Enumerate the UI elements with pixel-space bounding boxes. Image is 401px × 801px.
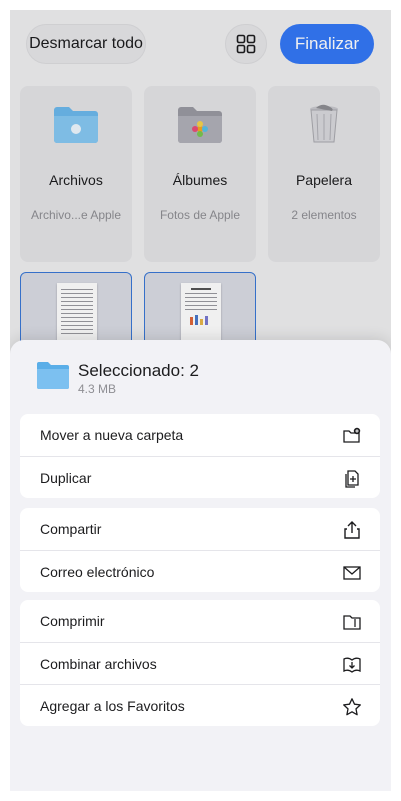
menu-item-add-favorites[interactable]: Agregar a los Favoritos — [20, 684, 380, 726]
selection-header: Seleccionado: 2 4.3 MB — [36, 360, 366, 400]
folder-item-papelera[interactable]: Papelera 2 elementos — [268, 86, 380, 262]
new-folder-icon — [343, 427, 361, 443]
folder-icon — [37, 362, 69, 389]
menu-item-label: Comprimir — [40, 613, 105, 629]
menu-item-compress[interactable]: Comprimir — [20, 600, 380, 642]
merge-icon — [343, 657, 361, 673]
deselect-all-button[interactable]: Desmarcar todo — [26, 24, 146, 64]
action-group: Comprimir Combinar archivos Agregar a lo… — [20, 600, 380, 726]
menu-item-merge-files[interactable]: Combinar archivos — [20, 642, 380, 684]
folder-icon — [54, 107, 98, 143]
menu-item-label: Compartir — [40, 521, 102, 537]
photos-folder-icon — [178, 107, 222, 143]
mail-icon — [343, 566, 361, 580]
document-page-preview — [181, 283, 221, 345]
action-sheet: Seleccionado: 2 4.3 MB Mover a nueva car… — [10, 340, 391, 791]
menu-item-label: Agregar a los Favoritos — [40, 697, 185, 714]
menu-item-duplicate[interactable]: Duplicar — [20, 456, 380, 498]
document-page-preview — [57, 283, 97, 345]
document-chart-icon — [190, 315, 208, 325]
app-frame: Desmarcar todo Finalizar Archivos Archiv… — [10, 10, 391, 791]
duplicate-icon — [345, 470, 359, 488]
selection-title: Seleccionado: 2 — [78, 361, 199, 380]
folder-item-albumes[interactable]: Álbumes Fotos de Apple — [144, 86, 256, 262]
star-icon — [343, 698, 361, 716]
trash-icon — [310, 104, 338, 143]
folder-item-archivos[interactable]: Archivos Archivo...e Apple — [20, 86, 132, 262]
menu-item-label: Correo electrónico — [40, 563, 155, 580]
menu-item-label: Combinar archivos — [40, 655, 157, 672]
menu-item-label: Duplicar — [40, 469, 92, 486]
folder-subtitle: Archivo...e Apple — [30, 208, 122, 222]
action-group: Compartir Correo electrónico — [20, 508, 380, 592]
menu-item-label: Mover a nueva carpeta — [40, 427, 184, 443]
selection-size: 4.3 MB — [78, 382, 117, 396]
folder-title: Álbumes — [172, 172, 228, 188]
menu-item-move-new-folder[interactable]: Mover a nueva carpeta — [20, 414, 380, 456]
menu-item-share[interactable]: Compartir — [20, 508, 380, 550]
menu-item-email[interactable]: Correo electrónico — [20, 550, 380, 592]
share-icon — [344, 521, 360, 539]
folder-title: Archivos — [49, 172, 103, 188]
folder-subtitle: Fotos de Apple — [159, 208, 241, 222]
compress-icon — [343, 615, 361, 630]
finish-button[interactable]: Finalizar — [280, 24, 374, 64]
action-group: Mover a nueva carpeta Duplicar — [20, 414, 380, 498]
grid-icon — [236, 34, 256, 54]
folder-title: Papelera — [295, 172, 353, 188]
grid-view-button[interactable] — [225, 24, 267, 64]
folder-subtitle: 2 elementos — [291, 208, 357, 222]
